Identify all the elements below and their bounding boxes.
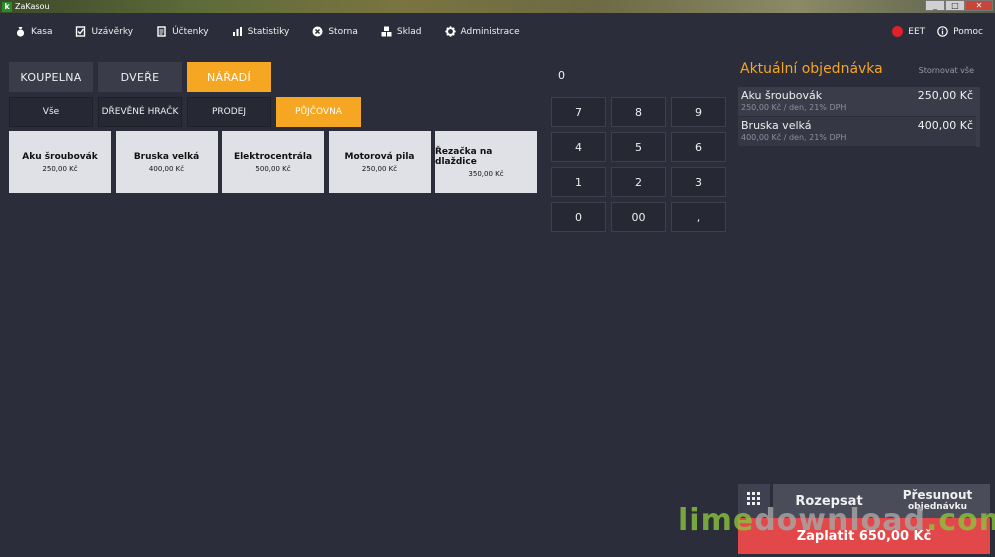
product-name: Bruska velká [133, 151, 200, 162]
menu-right: EET Pomoc [892, 13, 983, 50]
window-title: ZaKasou [15, 2, 50, 11]
eet-label: EET [908, 26, 926, 37]
eet-status-icon [892, 26, 904, 37]
window-controls: _ □ ✕ [925, 0, 993, 12]
checkbox-icon [75, 26, 86, 37]
order-item[interactable]: Bruska velká 400,00 Kč 400,00 Kč / den, … [738, 117, 976, 146]
order-item-price: 250,00 Kč [917, 89, 973, 102]
main-menu: Kasa Uzávěrky Účtenky Statistiky Storna … [0, 13, 995, 50]
key-00[interactable]: 00 [611, 202, 666, 232]
cancel-all-link[interactable]: Stornovat vše [919, 66, 974, 75]
split-order-button[interactable]: Rozepsat [773, 484, 885, 518]
subtab-prodej[interactable]: PRODEJ [187, 97, 271, 127]
menu-item-label: Administrace [460, 26, 520, 37]
close-window-button[interactable]: ✕ [965, 0, 993, 11]
menu-item-label: Kasa [31, 26, 53, 37]
move-order-label-2: objednávku [908, 502, 967, 512]
menu-item-kasa[interactable]: Kasa [15, 26, 52, 37]
move-order-button[interactable]: Přesunout objednávku [885, 484, 990, 518]
menu-item-eet[interactable]: EET [892, 26, 925, 37]
key-1[interactable]: 1 [551, 167, 606, 197]
subtab-drevene-hracky[interactable]: DŘEVĚNÉ HRAČK [98, 97, 182, 127]
menu-item-uctenky[interactable]: Účtenky [156, 26, 209, 37]
move-order-label-1: Přesunout [902, 488, 973, 502]
menu-item-label: Uzávěrky [91, 26, 134, 37]
tab-koupelna[interactable]: KOUPELNA [9, 62, 93, 92]
subcategory-tabs: Vše DŘEVĚNÉ HRAČK PRODEJ PŮJČOVNA [9, 97, 366, 127]
key-4[interactable]: 4 [551, 132, 606, 162]
key-comma[interactable]: , [671, 202, 726, 232]
menu-item-storna[interactable]: Storna [312, 26, 358, 37]
key-3[interactable]: 3 [671, 167, 726, 197]
bar-chart-icon [232, 26, 243, 37]
product-price: 500,00 Kč [255, 164, 291, 173]
key-8[interactable]: 8 [611, 97, 666, 127]
help-label: Pomoc [953, 26, 983, 37]
product-name: Motorová pila [344, 151, 415, 162]
order-item[interactable]: Aku šroubovák 250,00 Kč 250,00 Kč / den,… [738, 87, 976, 116]
subtab-vse[interactable]: Vše [9, 97, 93, 127]
product-price: 250,00 Kč [42, 164, 78, 173]
order-item-detail: 250,00 Kč / den, 21% DPH [741, 103, 847, 112]
menu-item-uzaverky[interactable]: Uzávěrky [75, 26, 133, 37]
key-7[interactable]: 7 [551, 97, 606, 127]
tab-naradi[interactable]: NÁŘADÍ [187, 62, 271, 92]
gear-icon [444, 26, 456, 37]
pay-button[interactable]: Zaplatit 650,00 Kč [738, 518, 990, 554]
product-price: 250,00 Kč [361, 164, 398, 173]
menu-item-administrace[interactable]: Administrace [444, 26, 520, 37]
window-title-bar: k ZaKasou _ □ ✕ [0, 0, 995, 13]
product-price: 400,00 Kč [148, 164, 185, 173]
keypad-display: 0 [558, 69, 565, 82]
numeric-keypad: 7 8 9 4 5 6 1 2 3 0 00 , [551, 97, 728, 232]
receipt-icon [156, 26, 167, 37]
product-tile[interactable]: Elektrocentrála 500,00 Kč [222, 131, 324, 193]
order-item-price: 400,00 Kč [917, 119, 973, 132]
calculator-button[interactable] [738, 484, 770, 518]
product-tile[interactable]: Řezačka na dlaždice 350,00 Kč [435, 131, 537, 193]
category-tabs: KOUPELNA DVEŘE NÁŘADÍ [9, 62, 276, 92]
key-9[interactable]: 9 [671, 97, 726, 127]
order-scrollbar[interactable] [976, 87, 980, 147]
menu-item-statistiky[interactable]: Statistiky [232, 26, 290, 37]
product-price: 350,00 Kč [468, 169, 504, 178]
menu-item-label: Účtenky [172, 26, 209, 37]
key-2[interactable]: 2 [611, 167, 666, 197]
minimize-button[interactable]: _ [925, 0, 945, 11]
product-name: Řezačka na dlaždice [435, 146, 493, 167]
product-tile[interactable]: Bruska velká 400,00 Kč [115, 131, 218, 193]
product-tile[interactable]: Motorová pila 250,00 Kč [328, 131, 431, 193]
product-grid: Aku šroubovák 250,00 Kč Bruska velká 400… [9, 131, 542, 193]
key-5[interactable]: 5 [611, 132, 666, 162]
order-title: Aktuální objednávka [740, 61, 883, 77]
product-name: Elektrocentrála [233, 151, 313, 162]
subtab-pujcovna[interactable]: PŮJČOVNA [276, 97, 361, 127]
menu-item-pomoc[interactable]: Pomoc [937, 26, 983, 37]
boxes-icon [381, 26, 392, 37]
info-icon [937, 26, 948, 37]
money-bag-icon [15, 26, 26, 37]
order-list: Aku šroubovák 250,00 Kč 250,00 Kč / den,… [738, 87, 976, 147]
key-6[interactable]: 6 [671, 132, 726, 162]
menu-item-label: Statistiky [247, 26, 290, 37]
cancel-circle-icon [312, 26, 323, 37]
app-logo-icon: k [2, 1, 12, 12]
product-name: Aku šroubovák [22, 151, 98, 162]
order-actions: Rozepsat Přesunout objednávku [738, 484, 990, 518]
menu-item-label: Storna [328, 26, 358, 37]
menu-item-label: Sklad [396, 26, 422, 37]
order-item-detail: 400,00 Kč / den, 21% DPH [741, 133, 847, 142]
menu-item-sklad[interactable]: Sklad [381, 26, 422, 37]
product-tile[interactable]: Aku šroubovák 250,00 Kč [9, 131, 111, 193]
calculator-icon [746, 491, 762, 511]
key-0[interactable]: 0 [551, 202, 606, 232]
maximize-button[interactable]: □ [945, 0, 965, 11]
tab-dvere[interactable]: DVEŘE [98, 62, 182, 92]
